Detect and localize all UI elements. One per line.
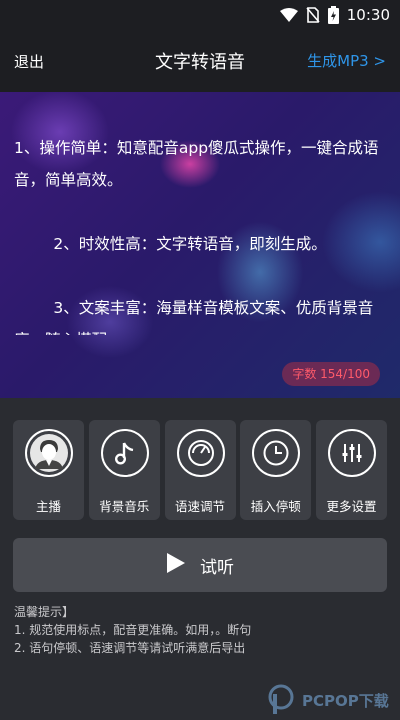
watermark-logo-icon: [268, 684, 294, 714]
clock-icon: [252, 429, 301, 477]
tool-background-music[interactable]: 背景音乐: [88, 420, 160, 520]
tool-label: 更多设置: [326, 499, 377, 514]
tool-label: 背景音乐: [99, 499, 150, 514]
tool-label: 主播: [35, 499, 61, 514]
tool-label: 语速调节: [174, 499, 225, 514]
battery-charging-icon: [327, 6, 339, 24]
text-editor-panel[interactable]: 1、操作简单：知意配音app傻瓜式操作，一键合成语音，简单高效。 2、时效性高：…: [0, 92, 400, 398]
status-time: 10:30: [346, 6, 390, 24]
speed-dial-icon: [176, 429, 225, 477]
app-header: 退出 文字转语音 生成MP3 >: [0, 30, 400, 92]
tips-line: 2. 语句停顿、语速调节等请试听满意后导出: [14, 641, 246, 655]
listen-button[interactable]: 试听: [13, 538, 387, 592]
sliders-icon: [328, 429, 376, 477]
status-bar: 10:30: [0, 0, 400, 30]
tips-line: 1. 规范使用标点，配音更准确。如用，。断句: [14, 623, 252, 637]
music-note-icon: [100, 429, 149, 477]
text-input[interactable]: 1、操作简单：知意配音app傻瓜式操作，一键合成语音，简单高效。 2、时效性高：…: [14, 132, 384, 335]
tips: 温馨提示】 1. 规范使用标点，配音更准确。如用，。断句 2. 语句停顿、语速调…: [14, 603, 251, 657]
tool-more-settings[interactable]: 更多设置: [316, 420, 387, 520]
wifi-icon: [279, 8, 298, 22]
tool-insert-pause[interactable]: 插入停顿: [240, 420, 312, 520]
tool-speed[interactable]: 语速调节: [164, 420, 236, 520]
no-sim-icon: [306, 7, 320, 23]
tool-label: 插入停顿: [250, 499, 301, 514]
watermark: PCPOP下载: [266, 684, 396, 718]
tool-grid: 主播 背景音乐 语速调节 插入停顿 更多设置: [13, 420, 387, 520]
play-icon: [166, 552, 186, 578]
generate-mp3-button[interactable]: 生成MP3 >: [307, 50, 386, 71]
tips-title: 温馨提示】: [14, 605, 75, 619]
tool-anchor[interactable]: 主播: [13, 420, 84, 520]
watermark-text: PCPOP下载: [302, 692, 389, 710]
word-count-badge: 字数 154/100: [282, 362, 380, 386]
anchor-person-icon: [25, 429, 73, 477]
listen-label: 试听: [200, 557, 234, 578]
